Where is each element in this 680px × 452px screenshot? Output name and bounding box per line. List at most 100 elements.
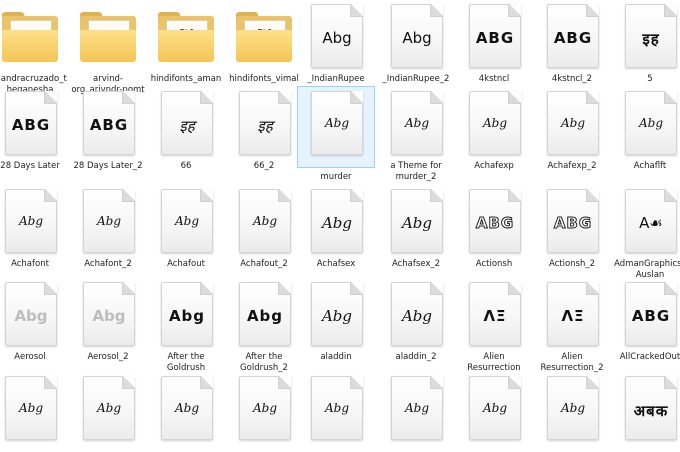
font-sample: Abg — [92, 307, 126, 325]
font-sample: Abg — [638, 116, 664, 130]
font-sample: Abg — [402, 29, 432, 47]
font-file-item[interactable]: Abg Aerosol — [0, 278, 68, 363]
font-file-item[interactable]: Abg — [0, 372, 68, 446]
font-file-item[interactable]: Abg — [148, 372, 224, 446]
font-file-item[interactable]: Abg — [534, 372, 610, 446]
font-file-icon: Abg — [226, 372, 302, 452]
font-file-item[interactable]: Abg aladdin — [298, 278, 374, 363]
font-sample: Abg — [324, 116, 350, 130]
font-file-item[interactable]: इह 66_2 — [226, 87, 302, 172]
font-file-icon: ABG — [612, 278, 680, 358]
font-sample: Abg — [321, 214, 353, 232]
font-file-item[interactable]: Abg Achafont_2 — [70, 185, 146, 270]
font-file-icon: Abg — [298, 185, 374, 265]
font-file-item[interactable]: ABG 4kstncl — [456, 0, 532, 85]
font-file-item[interactable]: इह 5 — [612, 0, 680, 85]
font-file-item[interactable]: Abg _IndianRupee — [298, 0, 374, 85]
folder-icon: हिंदी — [226, 0, 302, 80]
font-file-icon: A☙ — [612, 185, 680, 265]
font-file-item[interactable]: A☙ AdmanGraphics_Auslan — [612, 185, 680, 281]
font-file-item[interactable]: ABG 28 Days Later_2 — [70, 87, 146, 172]
font-file-item[interactable]: अबक — [612, 372, 680, 446]
font-file-icon: ABG — [456, 185, 532, 265]
font-file-icon: ABG — [534, 185, 610, 265]
folder-icon: हिंदी — [148, 0, 224, 80]
folder-icon: अवध — [70, 0, 146, 80]
font-file-icon: Abg — [0, 278, 68, 358]
font-file-item[interactable]: Abg Achafsex — [298, 185, 374, 270]
font-file-item[interactable]: Abg After the Goldrush_2 — [226, 278, 302, 374]
font-sample: Abg — [560, 401, 586, 415]
font-file-item[interactable]: Abg a Theme for murder_2 — [378, 87, 454, 183]
font-file-item[interactable]: ABG 4kstncl_2 — [534, 0, 610, 85]
font-file-icon: Abg — [298, 278, 374, 358]
font-file-item[interactable]: Abg Aerosol_2 — [70, 278, 146, 363]
font-file-item[interactable]: Abg Achafexp — [456, 87, 532, 172]
font-file-icon: Abg — [378, 0, 454, 80]
font-file-item[interactable]: Abg — [456, 372, 532, 446]
font-file-item[interactable]: Abg Achafsex_2 — [378, 185, 454, 270]
folder-item[interactable]: हिंदीhindifonts_aman — [148, 0, 224, 85]
font-file-item[interactable]: Abg Achaflft — [612, 87, 680, 172]
font-file-item[interactable]: Abg — [298, 372, 374, 446]
font-file-icon: Abg — [612, 87, 680, 167]
font-sample: A☙ — [639, 214, 663, 232]
font-file-item[interactable]: Abga Theme for murder — [297, 86, 375, 183]
font-file-icon: ABG — [70, 87, 146, 167]
folder-item[interactable]: हिंदीhindifonts_vimal — [226, 0, 302, 85]
font-file-icon: ΛΞ — [534, 278, 610, 358]
font-file-item[interactable]: Abg Achafout_2 — [226, 185, 302, 270]
folder-item[interactable]: ∑√≠ejandracruzado_theganesha — [0, 0, 68, 96]
font-file-item[interactable]: ΛΞ Alien Resurrection_2 — [534, 278, 610, 374]
font-sample: Abg — [560, 116, 586, 130]
font-file-item[interactable]: ABG AllCrackedOut — [612, 278, 680, 363]
font-sample: अबक — [633, 402, 669, 420]
font-file-icon: Abg — [148, 372, 224, 452]
font-file-icon: ΛΞ — [456, 278, 532, 358]
font-file-icon: Abg — [0, 185, 68, 265]
font-file-icon: Abg — [456, 372, 532, 452]
font-file-icon: Abg — [70, 185, 146, 265]
font-file-item[interactable]: ΛΞ Alien Resurrection — [456, 278, 532, 374]
font-sample: ABG — [553, 214, 593, 232]
folder-item[interactable]: अवधarvind-org_arivndr-pomt — [70, 0, 146, 96]
font-file-icon: इह — [148, 87, 224, 167]
font-sample: ABG — [553, 29, 593, 47]
font-file-item[interactable]: ABG Actionsh — [456, 185, 532, 270]
font-file-item[interactable]: इह 66 — [148, 87, 224, 172]
font-sample: Abg — [401, 307, 433, 325]
font-file-icon: Abg — [70, 372, 146, 452]
folder-icon: ∑√≠ — [0, 0, 68, 80]
font-file-item[interactable]: Abg Achafout — [148, 185, 224, 270]
font-file-item[interactable]: Abg Achafont — [0, 185, 68, 270]
font-file-icon: Abg — [226, 278, 302, 358]
font-sample: Abg — [174, 214, 200, 228]
font-sample: Abg — [322, 29, 352, 47]
font-file-item[interactable]: Abg — [226, 372, 302, 446]
font-file-icon: Abg — [534, 87, 610, 167]
font-file-icon: Abg — [456, 87, 532, 167]
font-sample: Abg — [404, 401, 430, 415]
font-file-item[interactable]: Abg — [70, 372, 146, 446]
font-file-item[interactable]: Abg aladdin_2 — [378, 278, 454, 363]
font-sample: ABG — [475, 29, 515, 47]
font-sample: ABG — [11, 116, 51, 134]
font-file-item[interactable]: Abg — [378, 372, 454, 446]
font-sample: ΛΞ — [483, 307, 507, 325]
font-sample: इह — [257, 117, 273, 135]
font-file-icon: Abg — [70, 278, 146, 358]
font-file-item[interactable]: Abg _IndianRupee_2 — [378, 0, 454, 85]
font-file-icon: Abg — [148, 278, 224, 358]
font-sample: Abg — [18, 214, 44, 228]
font-file-item[interactable]: Abg Achafexp_2 — [534, 87, 610, 172]
font-sample: इह — [179, 117, 195, 135]
font-file-icon: Abg — [378, 278, 454, 358]
font-sample: Abg — [96, 401, 122, 415]
font-file-item[interactable]: ABG Actionsh_2 — [534, 185, 610, 270]
font-file-item[interactable]: ABG 28 Days Later — [0, 87, 68, 172]
font-file-icon: Abg — [0, 372, 68, 452]
font-sample: Abg — [168, 307, 206, 325]
font-file-icon: अबक — [612, 372, 680, 452]
font-sample: Abg — [246, 307, 284, 325]
font-file-item[interactable]: Abg After the Goldrush — [148, 278, 224, 374]
